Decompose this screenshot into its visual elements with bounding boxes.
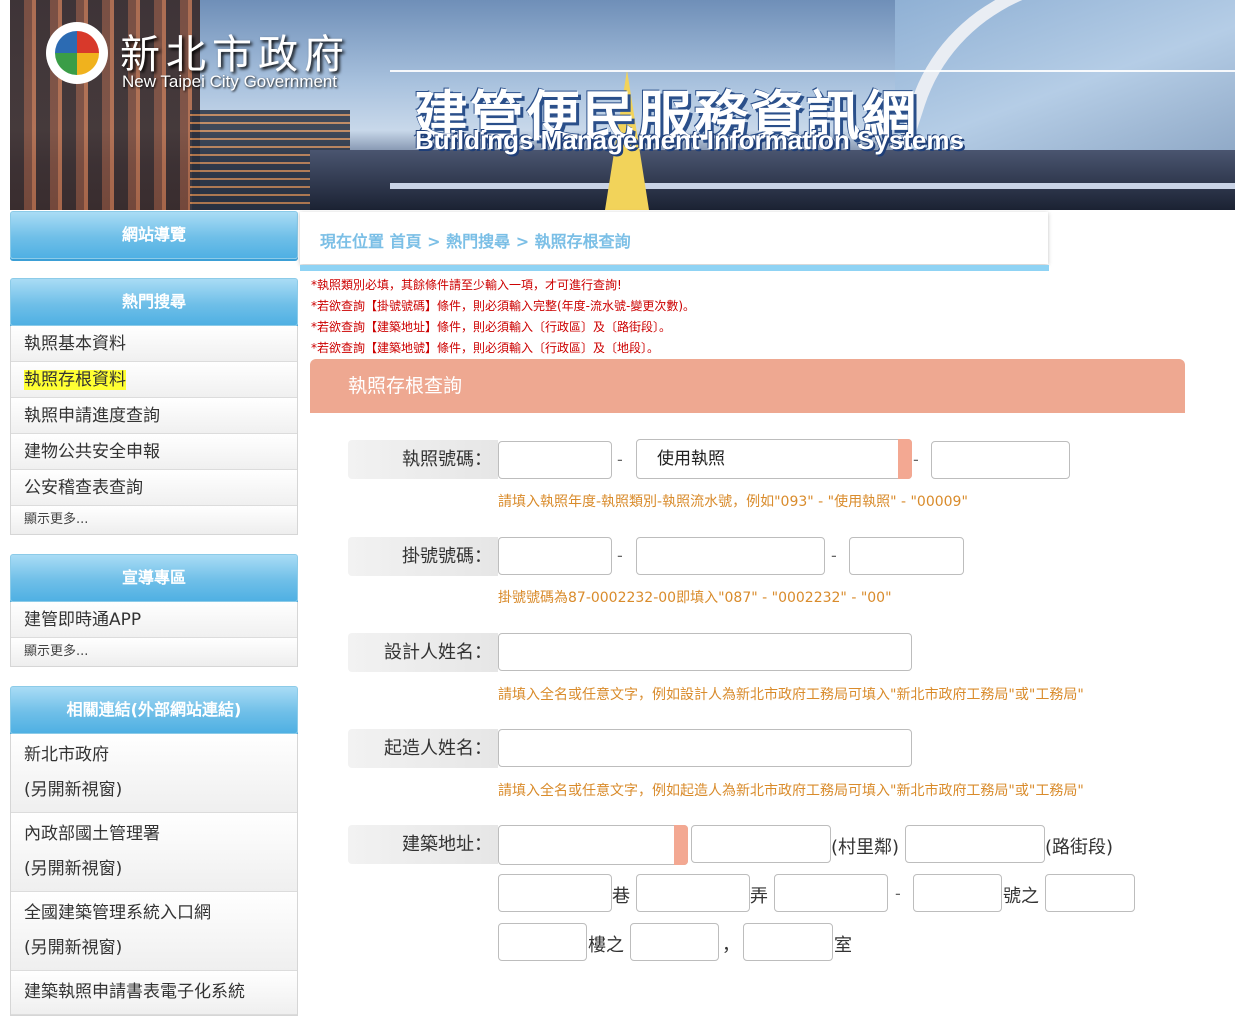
sidebar-link-portal[interactable]: 全國建築管理系統入口網 (另開新視窗) — [11, 892, 297, 971]
reg-serial-input[interactable] — [636, 537, 825, 575]
number-of-input[interactable] — [1045, 874, 1135, 912]
link-note: (另開新視窗) — [24, 780, 123, 800]
link-note: (另開新視窗) — [24, 859, 123, 879]
builder-name-input[interactable] — [498, 729, 912, 767]
reg-hint: 掛號號碼為87-0002232-00即填入"087" - "0002232" -… — [498, 590, 892, 606]
unit-room: 室 — [834, 935, 852, 956]
link-note: (另開新視窗) — [24, 938, 123, 958]
unit-dash: - — [895, 884, 901, 903]
builder-hint: 請填入全名或任意文字，例如起造人為新北市政府工務局可填入"新北市政府工務局"或"… — [498, 783, 1084, 799]
sidebar-hot-list: 執照基本資料 執照存根資料 執照申請進度查詢 建物公共安全申報 公安稽查表查詢 … — [10, 326, 298, 535]
sidebar-promo-title: 宣導專區 — [10, 554, 298, 602]
village-input[interactable] — [691, 825, 831, 863]
sidebar-hot-more-link[interactable]: 顯示更多... — [11, 506, 297, 534]
breadcrumb-box: 現在位置 首頁 > 熱門搜尋 > 執照存根查詢 — [300, 212, 1048, 264]
floor-input[interactable] — [498, 923, 587, 961]
sidebar-link-nlma[interactable]: 內政部國土管理署 (另開新視窗) — [11, 813, 297, 892]
dropdown-arrow-icon — [674, 825, 688, 865]
road-input[interactable] — [905, 825, 1045, 863]
license-number-label: 執照號碼： — [348, 440, 498, 479]
designer-hint: 請填入全名或任意文字，例如設計人為新北市政府工務局可填入"新北市政府工務局"或"… — [498, 687, 1084, 703]
separator: - — [617, 450, 623, 469]
unit-comma: ， — [722, 935, 740, 956]
link-name: 全國建築管理系統入口網 — [24, 903, 211, 923]
sidebar-item-label: 執照存根資料 — [24, 370, 126, 390]
number-input[interactable] — [774, 874, 888, 912]
unit-number: 號之 — [1003, 886, 1039, 907]
dropdown-arrow-icon — [898, 439, 912, 479]
unit-road: (路街段) — [1045, 837, 1114, 858]
unit-village: (村里鄰) — [831, 837, 900, 858]
separator: - — [831, 546, 837, 565]
panel-title: 執照存根查詢 — [310, 359, 1185, 413]
sidebar-links-title: 相關連結(外部網站連結) — [10, 686, 298, 734]
note-line: *執照類別必填，其餘條件請至少輸入一項，才可進行查詢! — [311, 278, 622, 292]
license-hint: 請填入執照年度-執照類別-執照流水號，例如"093" - "使用執照" - "0… — [498, 494, 968, 510]
sidebar-item-safety-report[interactable]: 建物公共安全申報 — [11, 434, 297, 470]
separator: - — [617, 546, 623, 565]
city-logo-icon[interactable] — [46, 22, 108, 84]
lane-input[interactable] — [498, 874, 612, 912]
separator: - — [913, 450, 919, 469]
reg-change-input[interactable] — [849, 537, 964, 575]
room-input[interactable] — [743, 923, 833, 961]
license-year-input[interactable] — [498, 441, 612, 479]
district-select[interactable] — [498, 825, 688, 865]
link-name: 建築執照申請書表電子化系統 — [24, 982, 245, 1002]
sidebar-links-list: 新北市政府 (另開新視窗) 內政部國土管理署 (另開新視窗) 全國建築管理系統入… — [10, 734, 298, 1016]
sidebar-item-license-basic[interactable]: 執照基本資料 — [11, 326, 297, 362]
alley-input[interactable] — [636, 874, 750, 912]
unit-lane: 巷 — [612, 886, 630, 907]
breadcrumb-underline — [300, 265, 1049, 271]
sidebar-item-app[interactable]: 建管即時通APP — [11, 602, 297, 638]
sidebar-link-ntpc[interactable]: 新北市政府 (另開新視窗) — [11, 734, 297, 813]
gov-name-en: New Taipei City Government — [122, 72, 338, 91]
sidebar-link-eform[interactable]: 建築執照申請書表電子化系統 — [11, 971, 297, 1015]
unit-alley: 弄 — [750, 886, 768, 907]
address-label: 建築地址： — [348, 825, 498, 864]
sidebar-hot-title: 熱門搜尋 — [10, 278, 298, 326]
search-notes: *執照類別必填，其餘條件請至少輸入一項，才可進行查詢! *若欲查詢【掛號號碼】條… — [311, 275, 695, 359]
license-type-select[interactable]: 使用執照 — [636, 439, 912, 479]
floor-sub-input[interactable] — [630, 923, 719, 961]
sidebar: 網站導覽 熱門搜尋 執照基本資料 執照存根資料 執照申請進度查詢 建物公共安全申… — [10, 211, 298, 1016]
license-serial-input[interactable] — [931, 441, 1070, 479]
sidebar-promo-list: 建管即時通APP 顯示更多... — [10, 602, 298, 667]
breadcrumb[interactable]: 現在位置 首頁 > 熱門搜尋 > 執照存根查詢 — [320, 228, 631, 252]
link-name: 新北市政府 — [24, 745, 109, 765]
banner-bridge-deck — [390, 183, 1235, 189]
builder-label: 起造人姓名： — [348, 729, 498, 768]
note-line: *若欲查詢【建築地號】條件，則必須輸入〔行政區〕及〔地段〕。 — [311, 341, 660, 355]
designer-name-input[interactable] — [498, 633, 912, 671]
license-type-value: 使用執照 — [657, 449, 725, 469]
sidebar-item-license-stub[interactable]: 執照存根資料 — [11, 362, 297, 398]
reg-number-label: 掛號號碼： — [348, 537, 498, 576]
site-title-en: Buildings Management Information Systems — [415, 125, 964, 155]
header-banner: 新北市政府 New Taipei City Government 建管便民服務資… — [10, 0, 1235, 210]
banner-city — [310, 150, 1235, 210]
sidebar-promo-more-link[interactable]: 顯示更多... — [11, 638, 297, 666]
note-line: *若欲查詢【建築地址】條件，則必須輸入〔行政區〕及〔路街段〕。 — [311, 320, 672, 334]
number-sub-input[interactable] — [913, 874, 1002, 912]
reg-year-input[interactable] — [498, 537, 612, 575]
note-line: *若欲查詢【掛號號碼】條件，則必須輸入完整(年度-流水號-變更次數)。 — [311, 299, 696, 313]
unit-floor: 樓之 — [588, 935, 624, 956]
sidebar-item-inspection[interactable]: 公安稽查表查詢 — [11, 470, 297, 506]
sidebar-item-progress[interactable]: 執照申請進度查詢 — [11, 398, 297, 434]
link-name: 內政部國土管理署 — [24, 824, 160, 844]
designer-label: 設計人姓名： — [348, 633, 498, 672]
sidebar-nav-title[interactable]: 網站導覽 — [10, 211, 298, 259]
